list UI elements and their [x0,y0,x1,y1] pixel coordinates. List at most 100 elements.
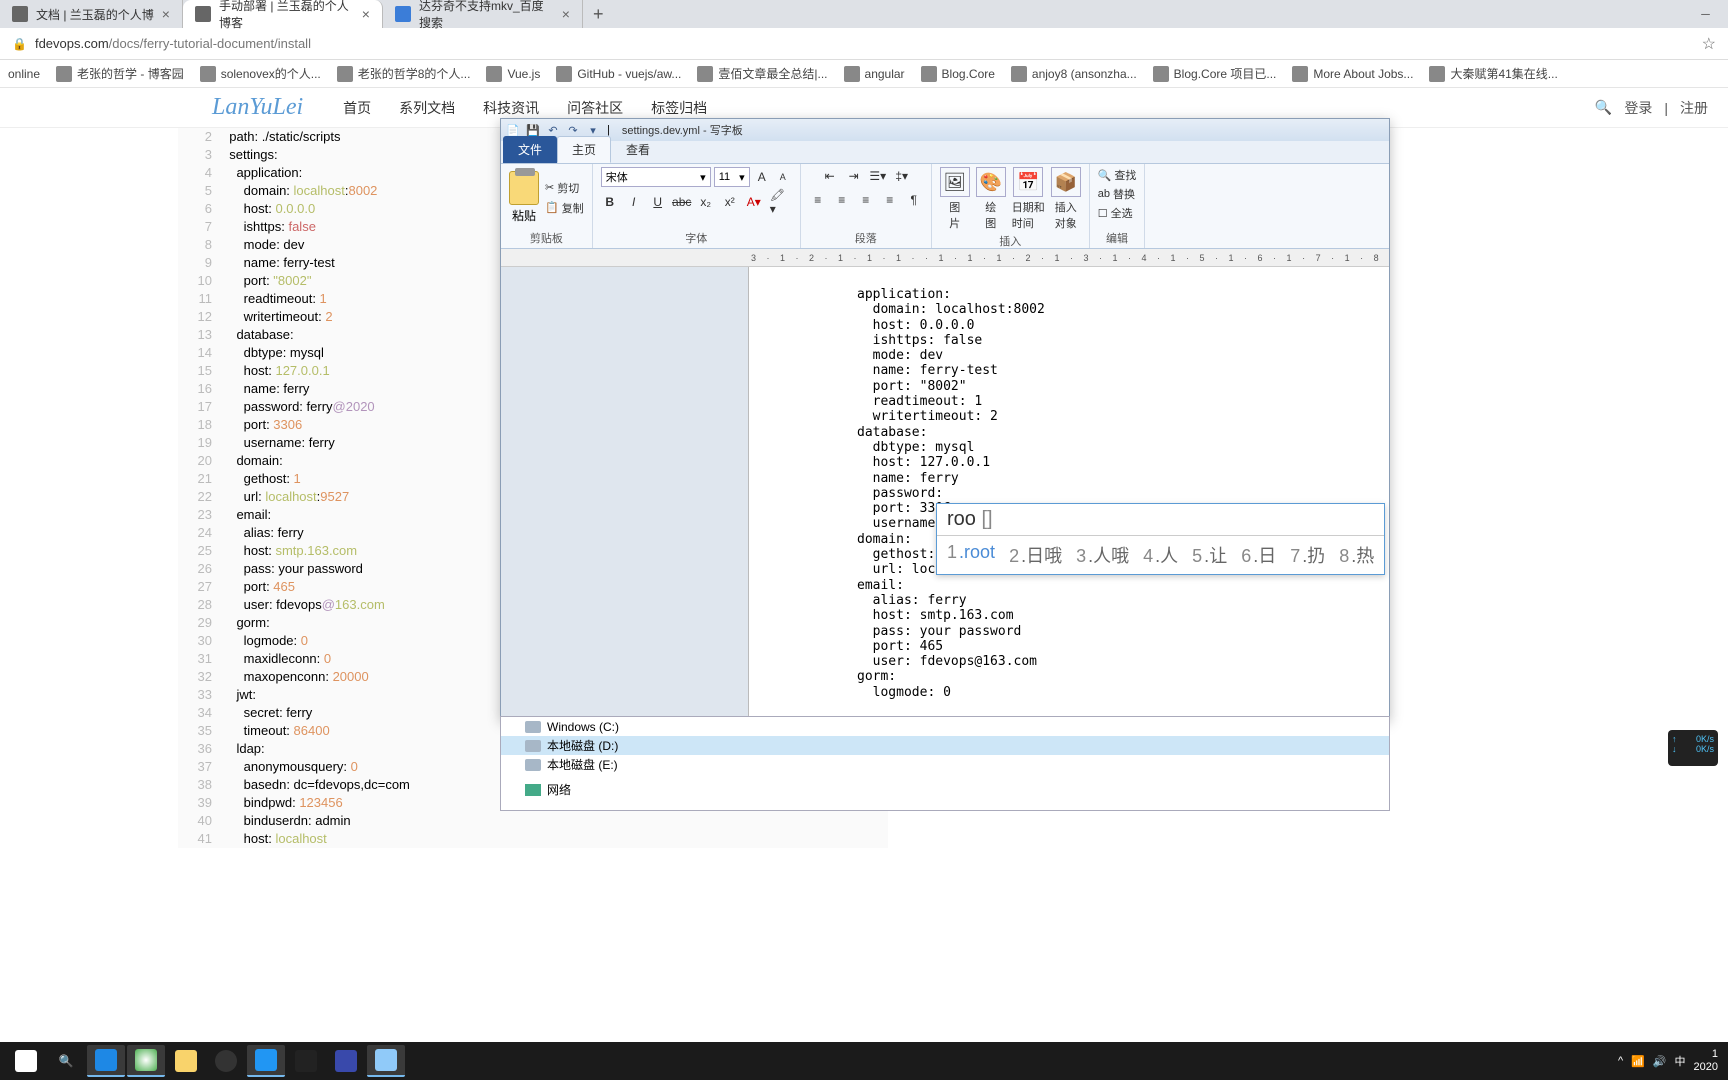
clock[interactable]: 1 2020 [1694,1048,1722,1074]
bookmark-item[interactable]: 老张的哲学 - 博客园 [56,65,184,82]
align-justify-icon[interactable]: ≡ [881,191,899,209]
insert-datetime-button[interactable]: 📅日期和 时间 [1012,167,1045,231]
net-speed-widget[interactable]: ↑0K/s ↓0K/s [1668,730,1718,766]
bookmark-icon [56,66,72,82]
copy-button[interactable]: 📋 复制 [545,200,584,216]
paste-button[interactable]: 粘贴 [509,171,539,224]
bookmark-item[interactable]: 壹佰文章最全总结|... [697,65,827,82]
bookmark-item[interactable]: online [8,67,40,81]
bookmark-item[interactable]: Vue.js [486,66,540,82]
cut-button[interactable]: ✂ 剪切 [545,180,584,196]
start-button[interactable] [7,1045,45,1077]
ime-candidate-3[interactable]: 3.人哦 [1076,542,1129,568]
grow-font-icon[interactable]: A [753,168,771,186]
network-row[interactable]: 网络 [501,780,1389,799]
nav-home[interactable]: 首页 [343,98,371,118]
align-left-icon[interactable]: ≡ [809,191,827,209]
url-display[interactable]: fdevops.com/docs/ferry-tutorial-document… [35,36,311,51]
tab-file[interactable]: 文件 [503,136,557,163]
browser-tab-1[interactable]: 手动部署 | 兰玉磊的个人博客 × [183,0,383,28]
bookmark-item[interactable]: GitHub - vuejs/aw... [556,66,681,82]
line-spacing-icon[interactable]: ‡▾ [893,167,911,185]
subscript-button[interactable]: x₂ [697,193,715,211]
italic-button[interactable]: I [625,193,643,211]
insert-picture-button[interactable]: 🖼图 片 [940,167,970,231]
strikethrough-button[interactable]: abc [673,193,691,211]
font-color-button[interactable]: A▾ [745,193,763,211]
taskbar-app-explorer[interactable] [167,1045,205,1077]
font-size-select[interactable]: 11▾ [714,167,750,187]
close-icon[interactable]: × [162,6,170,22]
bold-button[interactable]: B [601,193,619,211]
nav-docs[interactable]: 系列文档 [399,98,455,118]
taskbar-app-wordpad[interactable] [367,1045,405,1077]
taskbar-app-terminal[interactable] [287,1045,325,1077]
ime-candidate-1[interactable]: 1.root [947,542,995,568]
close-icon[interactable]: × [362,6,370,22]
insert-drawing-button[interactable]: 🎨绘 图 [976,167,1006,231]
ime-candidate-7[interactable]: 7.扔 [1290,542,1325,568]
ime-candidate-2[interactable]: 2.日哦 [1009,542,1062,568]
replace-button[interactable]: ab 替换 [1098,186,1135,202]
bookmark-item[interactable]: solenovex的个人... [200,65,321,82]
superscript-button[interactable]: x² [721,193,739,211]
bookmark-item[interactable]: 大秦赋第41集在线... [1429,65,1557,82]
minimize-icon[interactable]: ─ [1683,0,1728,28]
browser-tab-0[interactable]: 文档 | 兰玉磊的个人博 × [0,0,183,28]
taskbar-app-edge[interactable] [87,1045,125,1077]
bookmark-item[interactable]: angular [844,66,905,82]
align-center-icon[interactable]: ≡ [833,191,851,209]
find-button[interactable]: 🔍 查找 [1098,167,1137,183]
font-name-select[interactable]: 宋体▾ [601,167,711,187]
nav-tech[interactable]: 科技资讯 [483,98,539,118]
browser-tab-2[interactable]: 达芬奇不支持mkv_百度搜索 × [383,0,583,28]
ime-candidate-8[interactable]: 8.热 [1339,542,1374,568]
nav-qa[interactable]: 问答社区 [567,98,623,118]
register-link[interactable]: 注册 [1680,98,1708,118]
taskbar-app-todo[interactable] [247,1045,285,1077]
ruler[interactable]: 3 · 1 · 2 · 1 · 1 · 1 · · 1 · 1 · 1 · 2 … [501,249,1389,267]
drive-row[interactable]: Windows (C:) [501,717,1389,736]
selectall-button[interactable]: ☐ 全选 [1098,205,1133,221]
shrink-font-icon[interactable]: A [774,168,792,186]
search-icon[interactable]: 🔍 [1595,99,1612,116]
ime-candidate-4[interactable]: 4.人 [1143,542,1178,568]
new-tab-button[interactable]: + [583,4,614,25]
drive-row[interactable]: 本地磁盘 (E:) [501,755,1389,774]
increase-indent-icon[interactable]: ⇥ [845,167,863,185]
drive-row[interactable]: 本地磁盘 (D:) [501,736,1389,755]
bookmark-item[interactable]: Blog.Core [921,66,995,82]
ime-indicator[interactable]: 中 [1675,1053,1686,1069]
search-button[interactable]: 🔍 [47,1045,85,1077]
lock-icon[interactable]: 🔒 [12,37,27,51]
align-right-icon[interactable]: ≡ [857,191,875,209]
ime-candidate-6[interactable]: 6.日 [1241,542,1276,568]
paragraph-dialog-icon[interactable]: ¶ [905,191,923,209]
bookmark-star-icon[interactable]: ☆ [1702,34,1716,54]
tab-view[interactable]: 查看 [611,136,665,163]
close-icon[interactable]: × [562,6,570,22]
underline-button[interactable]: U [649,193,667,211]
site-logo[interactable]: LanYuLei [212,94,303,121]
volume-icon[interactable]: 🔊 [1653,1055,1667,1068]
tray-expand-icon[interactable]: ^ [1618,1055,1623,1067]
taskbar-app-chrome[interactable] [127,1045,165,1077]
document-page[interactable]: application: domain: localhost:8002 host… [749,267,1389,717]
highlight-button[interactable]: 🖍▾ [769,193,787,211]
decrease-indent-icon[interactable]: ⇤ [821,167,839,185]
bookmark-item[interactable]: 老张的哲学8的个人... [337,65,471,82]
bullet-list-icon[interactable]: ☰▾ [869,167,887,185]
taskbar-app-ide[interactable] [327,1045,365,1077]
bookmark-icon [486,66,502,82]
window-controls: ─ [1683,0,1728,28]
ime-candidate-5[interactable]: 5.让 [1192,542,1227,568]
tab-home[interactable]: 主页 [557,136,611,163]
login-link[interactable]: 登录 [1624,98,1652,118]
insert-object-button[interactable]: 📦插入 对象 [1051,167,1081,231]
bookmark-item[interactable]: anjoy8 (ansonzha... [1011,66,1137,82]
bookmark-item[interactable]: Blog.Core 项目已... [1153,65,1277,82]
bookmark-item[interactable]: More About Jobs... [1292,66,1413,82]
wifi-icon[interactable]: 📶 [1631,1055,1645,1068]
nav-tags[interactable]: 标签归档 [651,98,707,118]
taskbar-app-obs[interactable] [207,1045,245,1077]
